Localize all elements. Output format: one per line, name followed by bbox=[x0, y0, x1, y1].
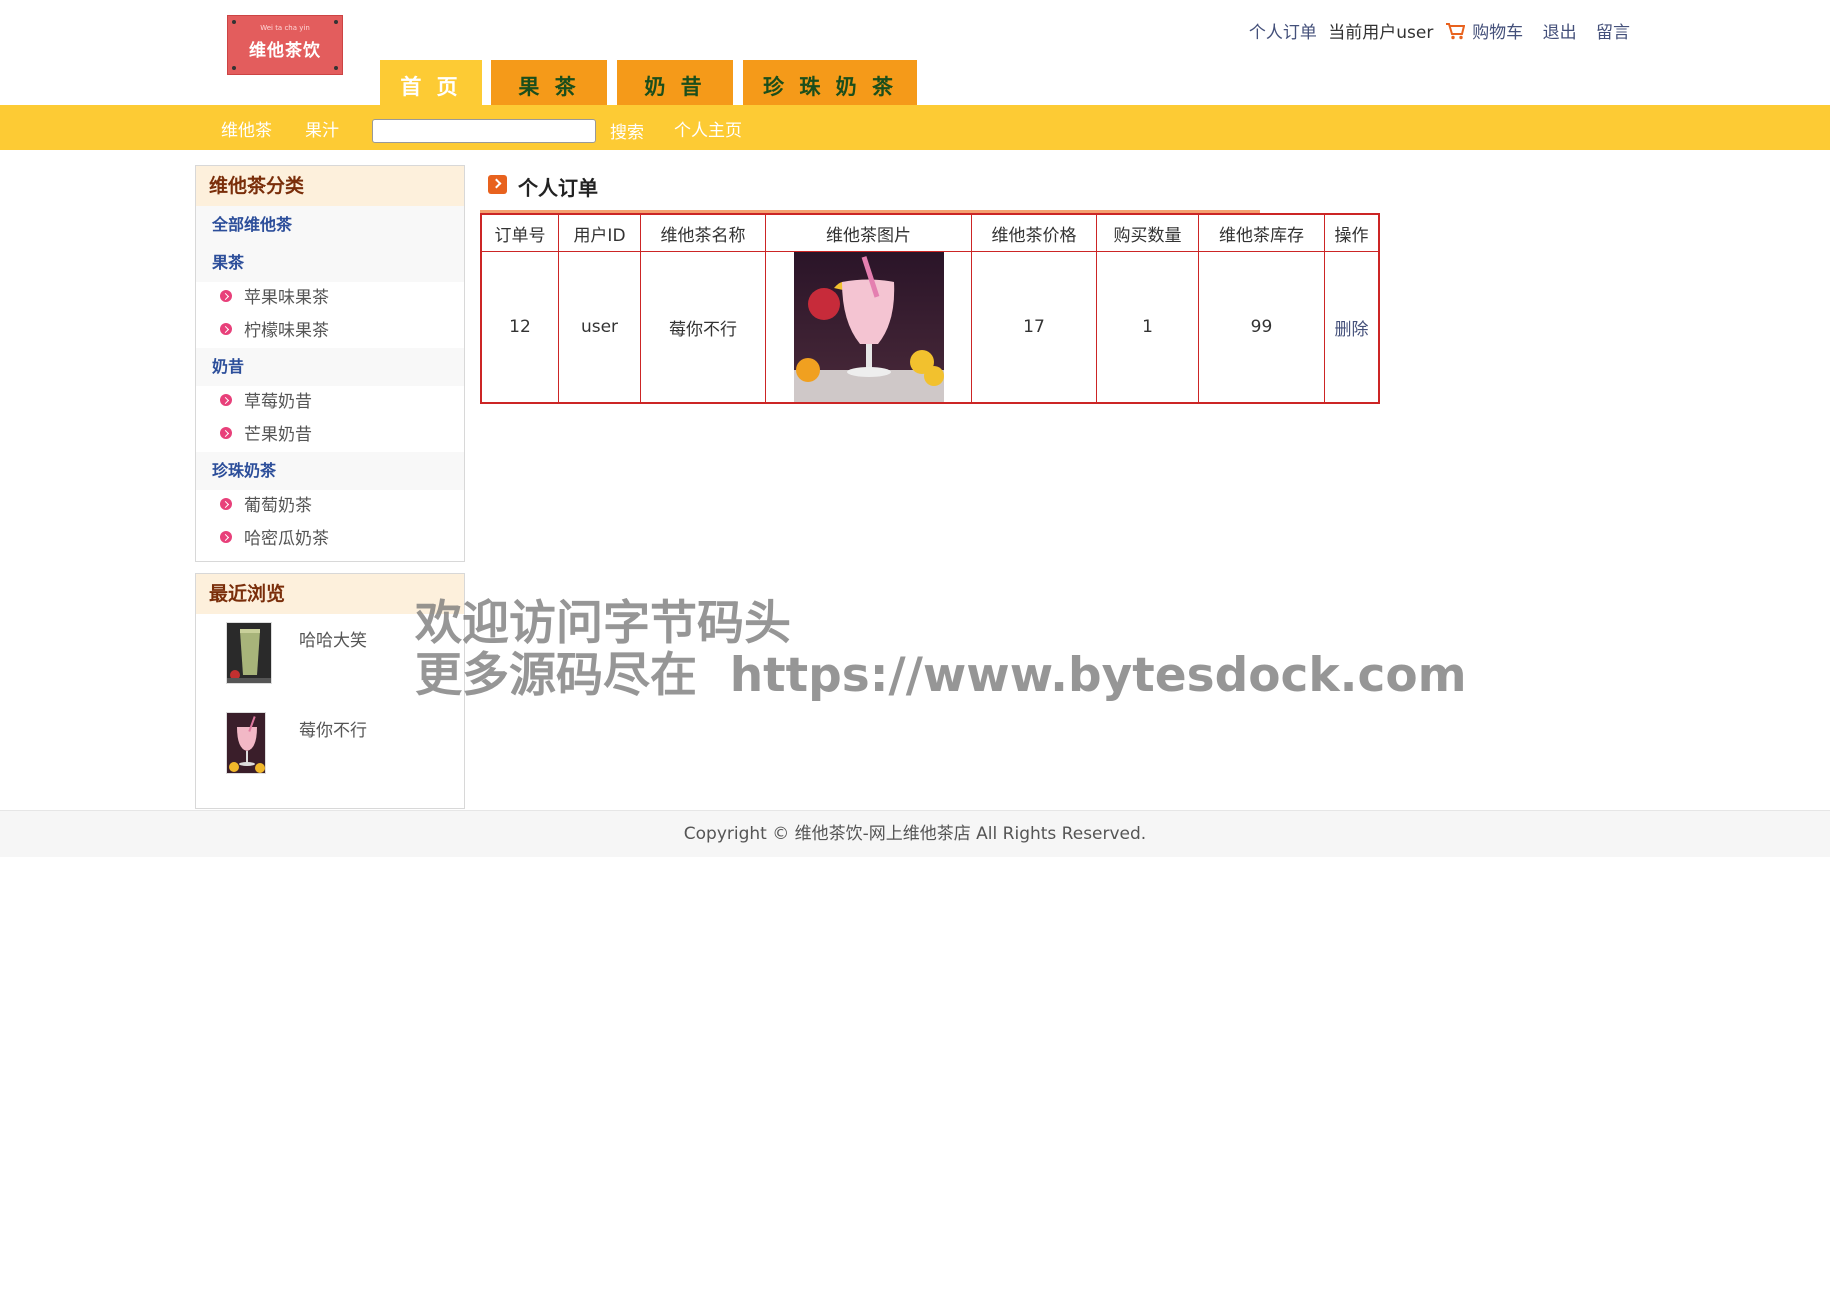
tab-fruit-tea[interactable]: 果 茶 bbox=[491, 60, 607, 105]
column-header: 用户ID bbox=[558, 213, 641, 252]
category-item[interactable]: 葡萄奶茶 bbox=[196, 490, 464, 523]
orders-link[interactable]: 个人订单 bbox=[1249, 23, 1317, 43]
watermark-line: 更多源码尽在 https://www.bytesdock.com bbox=[415, 648, 1467, 703]
product-name-cell: 莓你不行 bbox=[640, 251, 766, 404]
category-group-bubble-tea[interactable]: 珍珠奶茶 bbox=[196, 452, 464, 490]
table-row: 12 user 莓你不行 17 1 99 删除 bbox=[480, 251, 1380, 404]
logo-corner-dot bbox=[334, 20, 338, 24]
page-title: 个人订单 bbox=[518, 176, 598, 200]
logo[interactable]: Wei ta cha yin 维他茶饮 bbox=[227, 15, 343, 75]
logo-corner-dot bbox=[232, 66, 236, 70]
category-item-label: 芒果奶昔 bbox=[244, 425, 312, 445]
category-item-label: 草莓奶昔 bbox=[244, 392, 312, 412]
recent-item-label: 莓你不行 bbox=[299, 721, 367, 741]
category-item-label: 哈密瓜奶茶 bbox=[244, 529, 329, 549]
column-header: 操作 bbox=[1324, 213, 1380, 252]
cart-link[interactable]: 购物车 bbox=[1472, 23, 1523, 43]
tab-milkshake[interactable]: 奶 昔 bbox=[617, 60, 733, 105]
footer: Copyright © 维他茶饮-网上维他茶店 All Rights Reser… bbox=[0, 810, 1830, 857]
table-header-row: 订单号 用户ID 维他茶名称 维他茶图片 维他茶价格 购买数量 维他茶库存 操作 bbox=[480, 213, 1380, 252]
nav-bar: 维他茶 果汁 搜索 个人主页 bbox=[0, 105, 1830, 150]
logout-link[interactable]: 退出 bbox=[1543, 23, 1577, 43]
bullet-icon bbox=[220, 531, 232, 543]
copyright-text: Copyright © 维他茶饮-网上维他茶店 All Rights Reser… bbox=[683, 824, 1147, 844]
profile-link[interactable]: 个人主页 bbox=[674, 116, 742, 141]
category-item[interactable]: 柠檬味果茶 bbox=[196, 315, 464, 348]
category-group-fruit-tea[interactable]: 果茶 bbox=[196, 244, 464, 282]
logo-subtitle: Wei ta cha yin bbox=[260, 24, 310, 32]
cart-icon[interactable] bbox=[1445, 22, 1465, 40]
column-header: 购买数量 bbox=[1096, 213, 1199, 252]
quantity-cell: 1 bbox=[1096, 251, 1199, 404]
nav-link-vitatea[interactable]: 维他茶 bbox=[221, 116, 272, 141]
search-button[interactable]: 搜索 bbox=[610, 118, 644, 143]
bullet-icon bbox=[220, 290, 232, 302]
bullet-icon bbox=[220, 498, 232, 510]
bullet-icon bbox=[220, 394, 232, 406]
category-all[interactable]: 全部维他茶 bbox=[196, 206, 464, 244]
message-link[interactable]: 留言 bbox=[1596, 23, 1630, 43]
strawberry-shake-image bbox=[227, 713, 265, 773]
logo-title: 维他茶饮 bbox=[249, 41, 321, 61]
category-item-label: 葡萄奶茶 bbox=[244, 496, 312, 516]
category-panel-title: 维他茶分类 bbox=[196, 166, 464, 206]
search-input[interactable] bbox=[372, 119, 596, 143]
column-header: 维他茶图片 bbox=[765, 213, 972, 252]
tab-home[interactable]: 首 页 bbox=[380, 60, 482, 105]
logo-corner-dot bbox=[334, 66, 338, 70]
category-item[interactable]: 芒果奶昔 bbox=[196, 419, 464, 452]
bullet-icon bbox=[220, 323, 232, 335]
user-id-cell: user bbox=[558, 251, 641, 404]
category-item[interactable]: 草莓奶昔 bbox=[196, 386, 464, 419]
category-item-label: 苹果味果茶 bbox=[244, 288, 329, 308]
current-user-label: 当前用户user bbox=[1328, 23, 1434, 43]
bullet-icon bbox=[220, 427, 232, 439]
nav-link-juice[interactable]: 果汁 bbox=[305, 116, 339, 141]
price-cell: 17 bbox=[971, 251, 1097, 404]
action-cell: 删除 bbox=[1324, 251, 1380, 404]
recent-thumbnail bbox=[226, 622, 272, 684]
green-smoothie-image bbox=[227, 623, 271, 683]
column-header: 维他茶库存 bbox=[1198, 213, 1325, 252]
order-id-cell: 12 bbox=[480, 251, 559, 404]
strawberry-shake-image bbox=[793, 252, 944, 402]
category-item[interactable]: 哈密瓜奶茶 bbox=[196, 523, 464, 556]
category-group-milkshake[interactable]: 奶昔 bbox=[196, 348, 464, 386]
column-header: 维他茶价格 bbox=[971, 213, 1097, 252]
user-links: 个人订单 当前用户user 购物车 退出 留言 bbox=[1243, 18, 1630, 43]
column-header: 维他茶名称 bbox=[640, 213, 766, 252]
delete-link[interactable]: 删除 bbox=[1335, 320, 1369, 340]
logo-corner-dot bbox=[232, 20, 236, 24]
stock-cell: 99 bbox=[1198, 251, 1325, 404]
tab-bubble-tea[interactable]: 珍 珠 奶 茶 bbox=[743, 60, 917, 105]
product-image-cell bbox=[765, 251, 972, 404]
category-item-label: 柠檬味果茶 bbox=[244, 321, 329, 341]
arrow-right-icon bbox=[488, 175, 507, 194]
watermark-line: 欢迎访问字节码头 bbox=[415, 596, 791, 651]
recent-item-label: 哈哈大笑 bbox=[299, 631, 367, 651]
recent-thumbnail bbox=[226, 712, 266, 774]
column-header: 订单号 bbox=[480, 213, 559, 252]
watermark: 欢迎访问字节码头 更多源码尽在 https://www.bytesdock.co… bbox=[415, 598, 1467, 702]
category-item[interactable]: 苹果味果茶 bbox=[196, 282, 464, 315]
orders-table: 订单号 用户ID 维他茶名称 维他茶图片 维他茶价格 购买数量 维他茶库存 操作… bbox=[480, 213, 1380, 404]
category-panel: 维他茶分类 全部维他茶 果茶 苹果味果茶 柠檬味果茶 奶昔 草莓奶昔 芒果奶昔 … bbox=[195, 165, 465, 562]
